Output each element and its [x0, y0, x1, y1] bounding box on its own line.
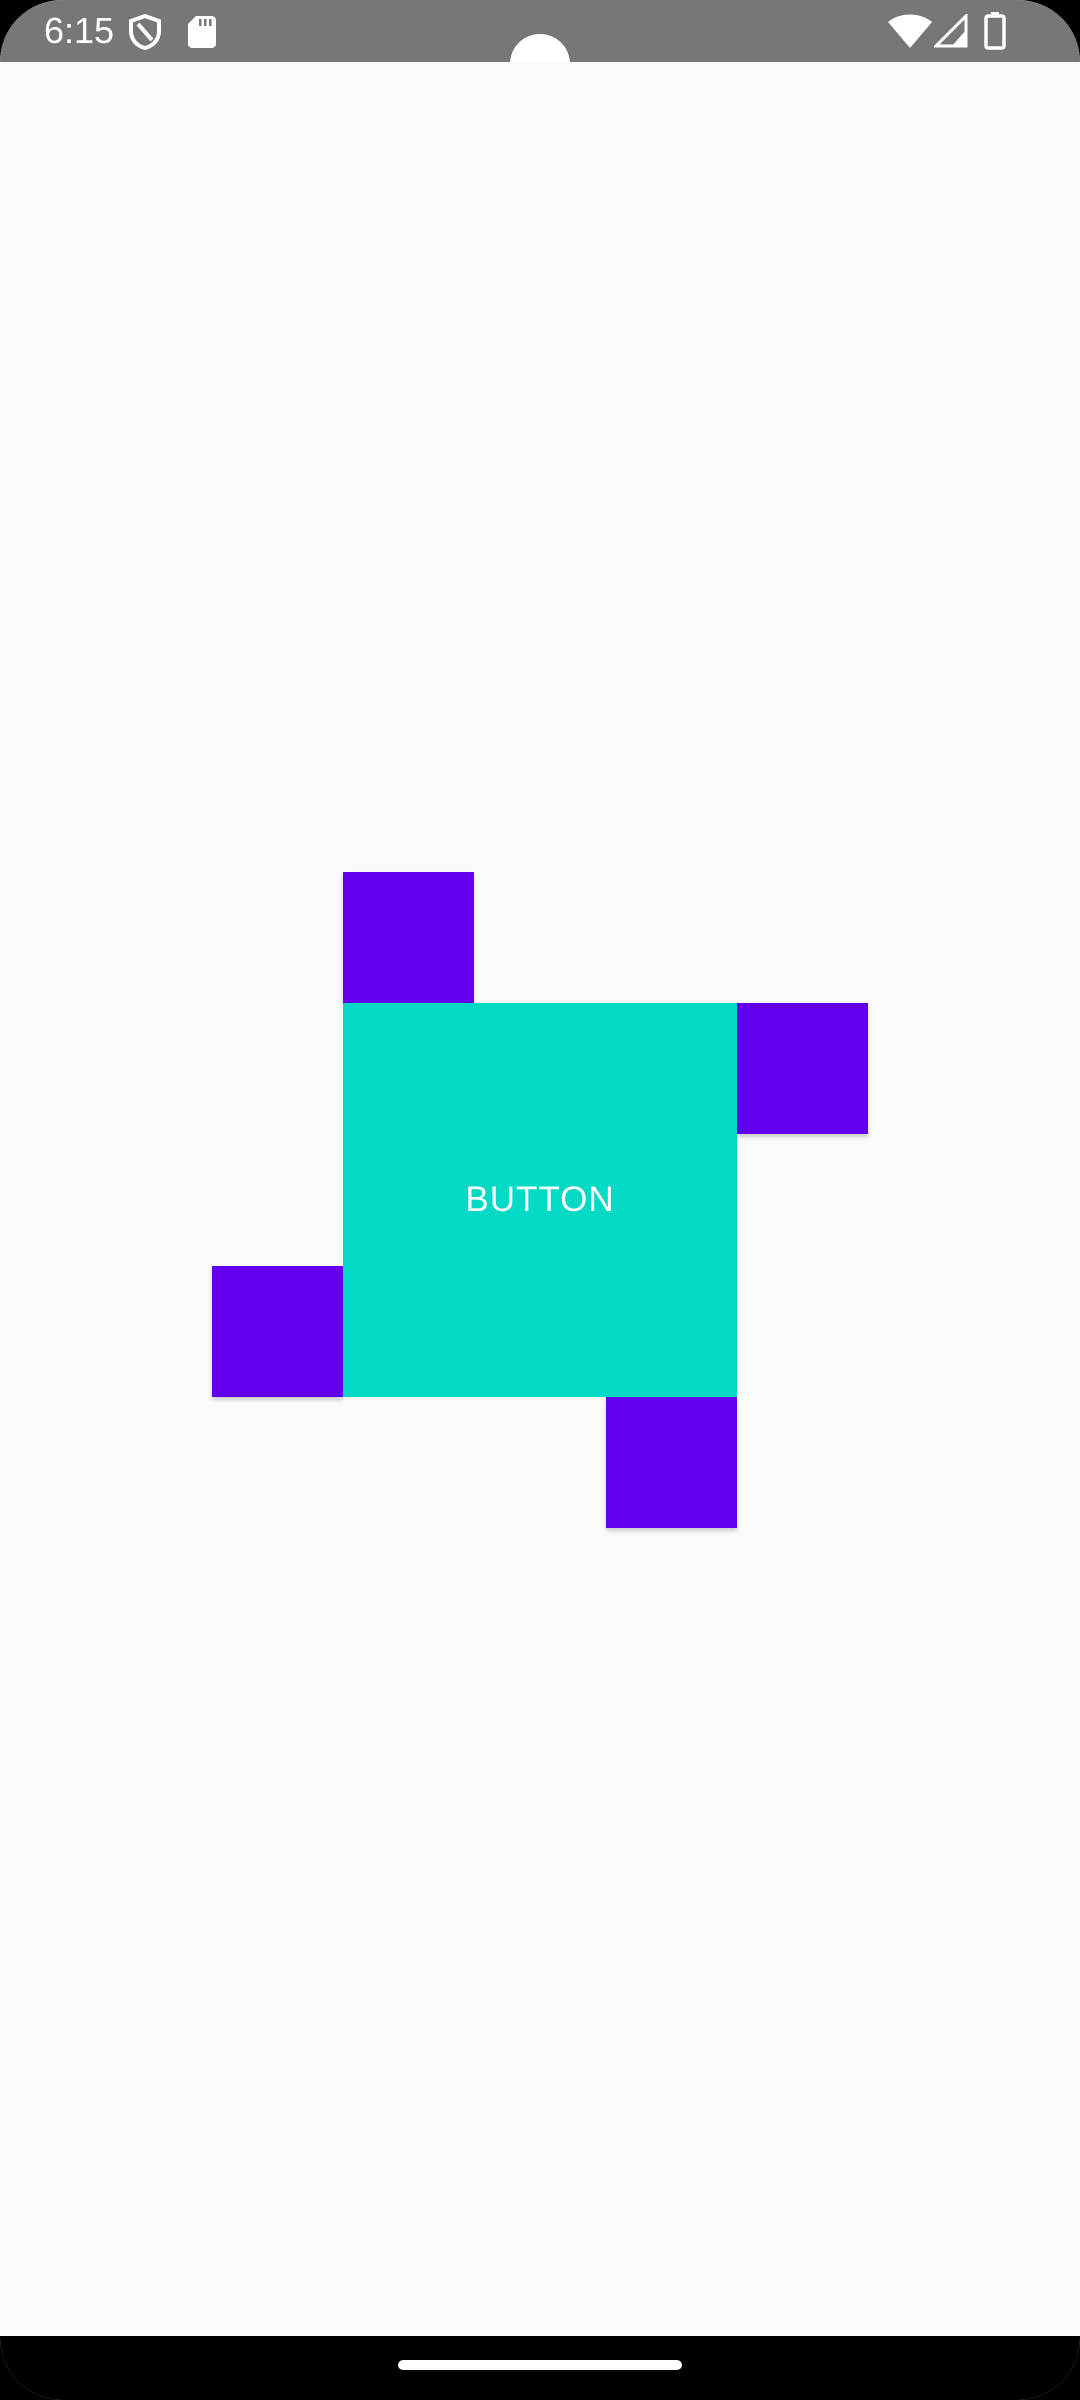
corner-square-left [212, 1266, 343, 1397]
main-button-label: BUTTON [465, 1180, 615, 1219]
corner-square-right [737, 1003, 868, 1134]
main-content: BUTTON [0, 62, 1080, 2336]
corner-square-top [343, 872, 474, 1003]
navigation-bar [0, 2336, 1080, 2400]
cell-signal-icon [934, 14, 968, 48]
sd-card-icon [188, 16, 216, 48]
battery-icon [984, 12, 1006, 50]
shield-icon [129, 14, 161, 50]
status-time: 6:15 [44, 10, 115, 51]
home-handle[interactable] [398, 2360, 682, 2370]
main-button[interactable]: BUTTON [343, 1003, 737, 1397]
corner-square-bottom [606, 1397, 737, 1528]
wifi-icon [888, 14, 932, 48]
phone-screen: 6:15 BUTTON [0, 0, 1080, 2400]
